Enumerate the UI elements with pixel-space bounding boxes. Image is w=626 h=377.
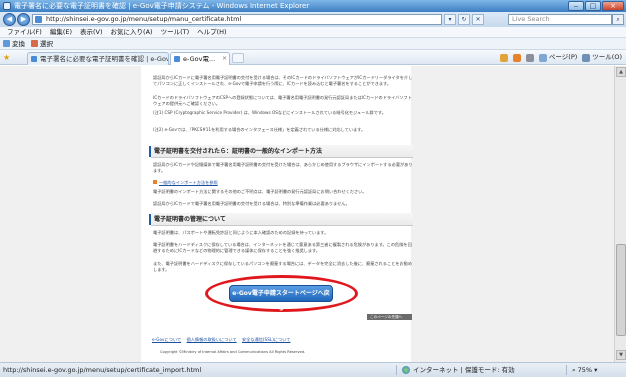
menu-help[interactable]: ヘルプ(H)	[193, 27, 230, 37]
convert-button[interactable]: 変換	[3, 38, 25, 49]
start-page-button[interactable]: e-Gov電子申請スタートページへ戻る	[229, 285, 333, 312]
footer-links: e-Govについて 個人情報の取扱いについて 安全な通信(SSL)について	[152, 337, 294, 343]
convert-icon	[3, 40, 10, 47]
feeds-glyph	[512, 53, 521, 62]
status-bar: http://shinsei.e-gov.go.jp/menu/setup/ce…	[0, 362, 626, 377]
link-arrow-icon	[153, 180, 157, 184]
address-toolbar: ◀ ▶ http://shinsei.e-gov.go.jp/menu/setu…	[0, 12, 626, 27]
favorites-star-icon[interactable]: ★	[3, 53, 12, 62]
maximize-button[interactable]: □	[585, 1, 601, 11]
footer-link-about[interactable]: e-Govについて	[152, 337, 181, 342]
address-url: http://shinsei.e-gov.go.jp/menu/setup/ma…	[46, 15, 242, 23]
search-icon[interactable]: ⌕	[612, 14, 624, 25]
tab-active[interactable]: e-Gov電... ×	[170, 52, 230, 65]
command-bar: ページ(P) ツール(O)	[499, 51, 622, 64]
menu-file[interactable]: ファイル(F)	[3, 27, 46, 37]
zoom-magnifier-icon: ⌕	[572, 366, 576, 374]
menu-favorites[interactable]: お気に入り(A)	[107, 27, 157, 37]
tab-bar: ★ 電子署名に必要な電子証明書を確認 | e-Gov電... e-Gov電...…	[0, 50, 626, 65]
security-zone[interactable]: インターネット | 保護モード: 有効	[402, 363, 515, 377]
address-input[interactable]: http://shinsei.e-gov.go.jp/menu/setup/ma…	[32, 14, 442, 25]
tab-page-icon	[174, 56, 180, 62]
select-icon	[31, 40, 38, 47]
print-glyph	[525, 53, 534, 62]
home-icon[interactable]	[499, 51, 508, 64]
search-input[interactable]: Live Search	[508, 14, 612, 25]
zoom-control[interactable]: ⌕ 75% ▾	[572, 363, 597, 377]
footer-link-privacy[interactable]: 個人情報の取扱いについて	[187, 337, 237, 342]
gear-icon	[582, 53, 591, 62]
address-tools: ▾ ↻ ✕	[444, 14, 484, 25]
menu-bar: ファイル(F) 編集(E) 表示(V) お気に入り(A) ツール(T) ヘルプ(…	[0, 27, 626, 38]
page-icon	[35, 16, 42, 23]
forward-arrow-icon[interactable]: ▶	[17, 13, 30, 26]
vertical-scrollbar[interactable]: ▲ ▼	[614, 66, 626, 362]
paragraph: 電子証明書は、パスポートや運転免許証と同じように本人確認のための記録を持っていま…	[153, 230, 329, 235]
paragraph: ICカードのドライバソフトウェアのCSPへの登録状態については、電子署名用電子証…	[153, 95, 412, 106]
paragraph: また、電子証明書をハードディスクに保存しているパソコンを廃棄する場合には、データ…	[153, 261, 413, 272]
tab-close-icon[interactable]: ×	[222, 53, 227, 65]
window-title-bar: 電子署名に必要な電子証明書を確認 | e-Gov電子申請システム - Windo…	[0, 0, 626, 12]
page-menu-label: ページ(P)	[548, 53, 578, 61]
back-arrow-icon[interactable]: ◀	[3, 13, 16, 26]
page-top-link[interactable]: このページの先頭へ	[367, 314, 412, 320]
paragraph: (注2) e-Govでは、「PKCS#11を利用する場合のインタフェース仕様」を…	[153, 127, 413, 133]
globe-icon	[402, 366, 410, 374]
tab-label: 電子署名に必要な電子証明書を確認 | e-Gov電...	[40, 55, 169, 63]
paragraph: 電子証明書をハードディスクに保存している場合は、インターネットを通じて悪意ある第…	[153, 242, 412, 253]
close-button[interactable]: ×	[602, 1, 624, 11]
home-glyph	[499, 53, 508, 62]
tab-page-icon	[31, 56, 37, 62]
new-tab-button[interactable]	[232, 53, 244, 63]
import-method-link[interactable]: 一般的なインポート方法を参照	[159, 180, 218, 185]
paragraph: 電子証明書のインポート方法に関するその他のご不明点は、電子証明書の発行元認証局に…	[153, 189, 367, 194]
menu-edit[interactable]: 編集(E)	[46, 27, 76, 37]
scroll-up-icon[interactable]: ▲	[616, 67, 626, 77]
menu-tools[interactable]: ツール(T)	[157, 27, 194, 37]
zone-label: インターネット | 保護モード: 有効	[413, 366, 515, 374]
chevron-down-icon: ▾	[594, 366, 598, 374]
paragraph: 認証局からICカードや記憶媒体で電子署名用電子証明書の交付を受けた場合は、あらか…	[153, 162, 413, 173]
print-icon[interactable]	[525, 51, 534, 64]
paragraph: 認証局からICカードに電子署名用電子証明書の交付を受ける場合は、そのICカードの…	[153, 75, 413, 86]
tools-menu-button[interactable]: ツール(O)	[582, 51, 622, 64]
minimize-button[interactable]: ‒	[568, 1, 584, 11]
stop-icon[interactable]: ✕	[472, 14, 484, 25]
convert-label: 変換	[12, 39, 25, 48]
tools-menu-label: ツール(O)	[592, 53, 622, 61]
tab-inactive[interactable]: 電子署名に必要な電子証明書を確認 | e-Gov電...	[27, 52, 169, 65]
select-button[interactable]: 選択	[31, 38, 53, 49]
scroll-down-icon[interactable]: ▼	[616, 350, 626, 360]
dropdown-arrow-icon[interactable]: ▾	[444, 14, 456, 25]
status-divider	[566, 365, 567, 375]
page-menu-button[interactable]: ページ(P)	[538, 51, 578, 64]
window-title: 電子署名に必要な電子証明書を確認 | e-Gov電子申請システム - Windo…	[14, 2, 310, 10]
footer-link-ssl[interactable]: 安全な通信(SSL)について	[242, 337, 290, 342]
tab-label: e-Gov電...	[183, 55, 216, 63]
window-controls: ‒ □ ×	[568, 1, 624, 11]
paragraph: (注1) CSP (Cryptographic Service Provider…	[153, 110, 386, 115]
section-heading-import: 電子証明書を交付されたら：証明書の一般的なインポート方法	[149, 145, 413, 158]
select-label: 選択	[40, 39, 53, 48]
copyright: Copyright ©Ministry of Internal Affairs …	[160, 350, 306, 354]
page-menu-icon	[538, 53, 547, 62]
feeds-icon[interactable]	[512, 51, 521, 64]
status-url: http://shinsei.e-gov.go.jp/menu/setup/ce…	[3, 366, 202, 374]
links-toolbar: 変換 選択	[0, 38, 626, 50]
section-heading-management: 電子証明書の管理について	[149, 213, 413, 226]
zoom-level: 75%	[577, 366, 593, 374]
menu-view[interactable]: 表示(V)	[76, 27, 107, 37]
scrollbar-thumb[interactable]	[616, 244, 626, 336]
note-text: (注2) e-Govでは、「PKCS#11を利用する場合のインタフェース仕様」を…	[153, 127, 366, 132]
refresh-icon[interactable]: ↻	[458, 14, 470, 25]
paragraph: 認証局からICカードで電子署名用電子証明書の交付を受ける場合は、特別な準備作業は…	[153, 201, 350, 206]
status-divider	[396, 365, 397, 375]
ie-app-icon	[3, 2, 11, 10]
link-row: 一般的なインポート方法を参照	[153, 180, 413, 186]
